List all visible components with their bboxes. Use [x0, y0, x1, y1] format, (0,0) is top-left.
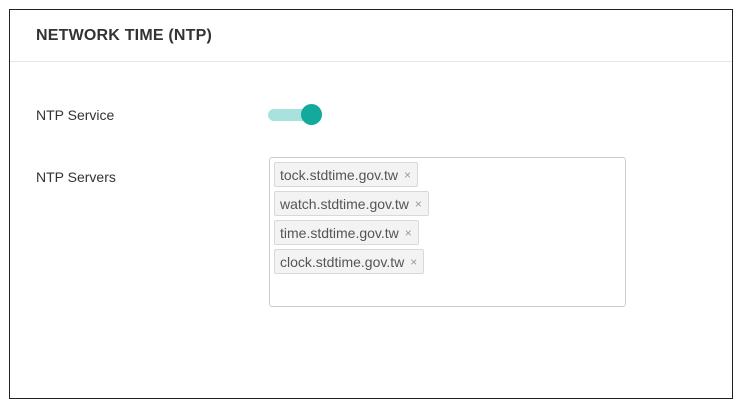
toggle-knob[interactable]: [301, 104, 322, 125]
server-tag: watch.stdtime.gov.tw ×: [274, 191, 429, 216]
ntp-service-label: NTP Service: [36, 107, 115, 123]
server-tag-label: time.stdtime.gov.tw: [280, 224, 399, 241]
ntp-settings-panel: NETWORK TIME (NTP) NTP Service NTP Serve…: [9, 9, 733, 399]
remove-tag-icon[interactable]: ×: [404, 169, 411, 181]
remove-tag-icon[interactable]: ×: [410, 256, 417, 268]
panel-title: NETWORK TIME (NTP): [36, 26, 213, 44]
server-tag: time.stdtime.gov.tw ×: [274, 220, 419, 245]
server-tag-label: tock.stdtime.gov.tw: [280, 166, 399, 183]
server-tag: tock.stdtime.gov.tw ×: [274, 162, 419, 187]
ntp-servers-label: NTP Servers: [36, 169, 116, 185]
server-tag-label: watch.stdtime.gov.tw: [280, 195, 409, 212]
remove-tag-icon[interactable]: ×: [405, 227, 412, 239]
server-tag-label: clock.stdtime.gov.tw: [280, 253, 405, 270]
ntp-servers-input[interactable]: tock.stdtime.gov.tw × watch.stdtime.gov.…: [269, 157, 626, 307]
server-tag: clock.stdtime.gov.tw ×: [274, 249, 425, 274]
remove-tag-icon[interactable]: ×: [415, 198, 422, 210]
ntp-service-toggle[interactable]: [268, 103, 322, 125]
panel-header: NETWORK TIME (NTP): [10, 10, 732, 62]
